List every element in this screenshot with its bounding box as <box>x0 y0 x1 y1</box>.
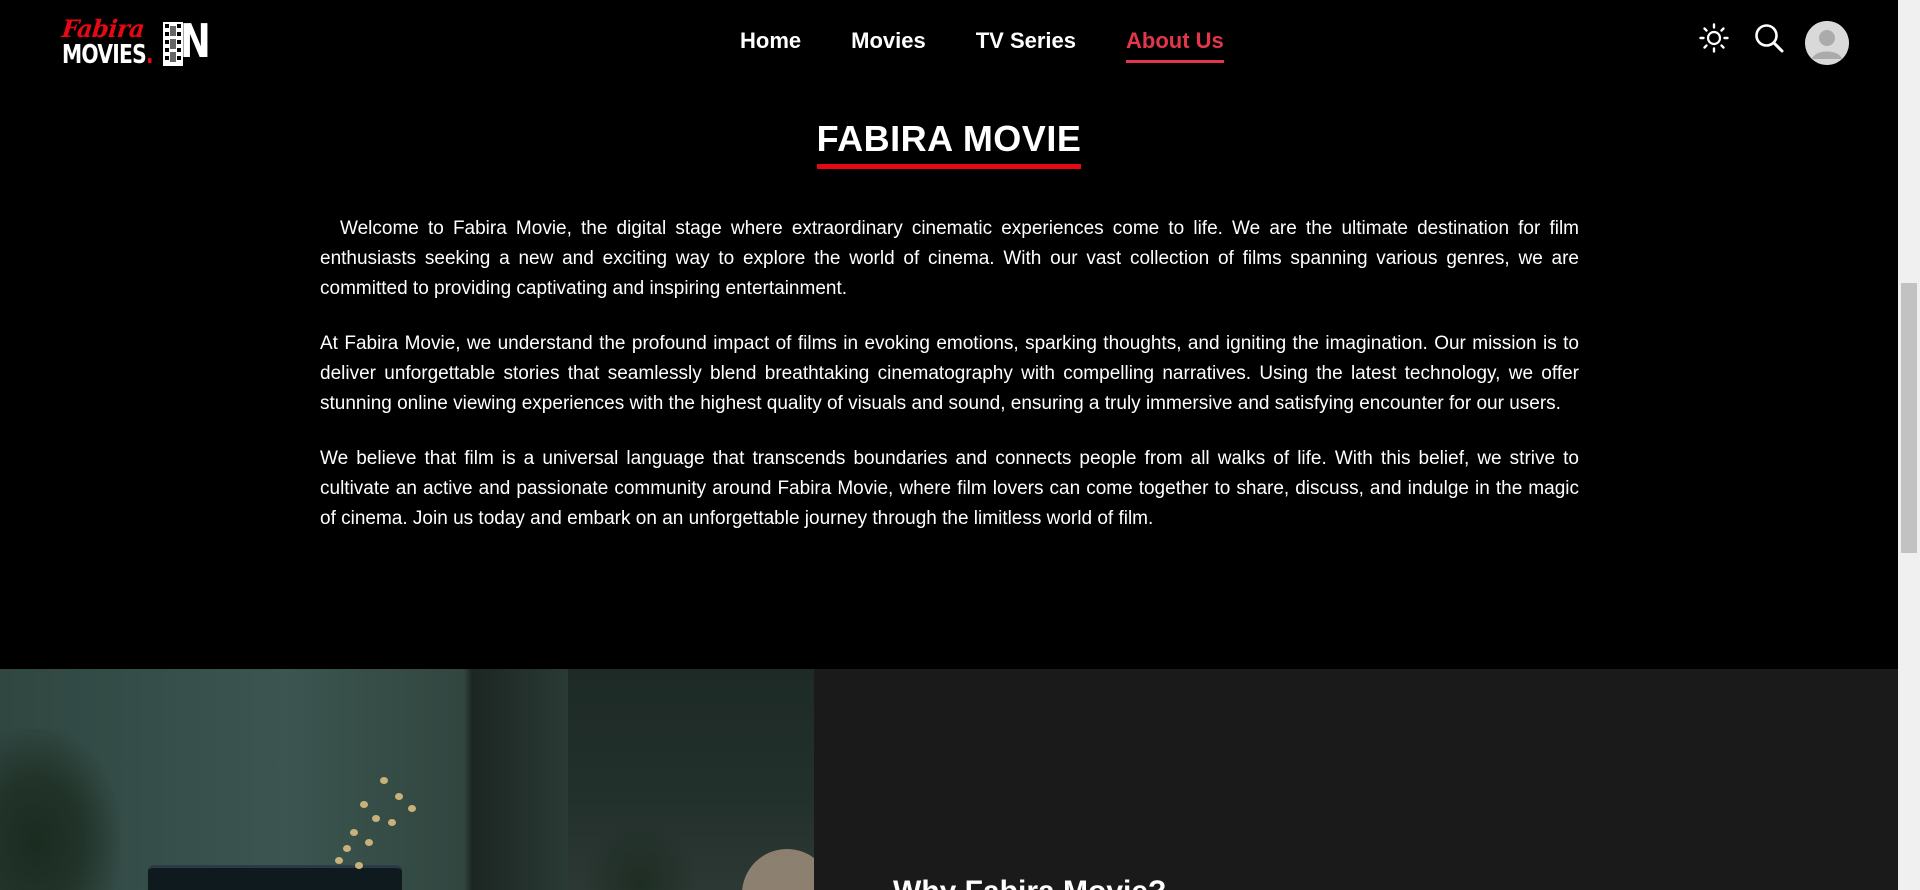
avatar[interactable] <box>1805 21 1849 65</box>
page-title: FABIRA MOVIE <box>816 118 1082 169</box>
page: Fabira MOVIES. N Home Movies TV Series A… <box>0 0 1920 890</box>
about-paragraph-3: We believe that film is a universal lang… <box>320 448 1579 529</box>
why-title: Why Fabira Movie? <box>893 875 1166 890</box>
about-title-wrap: FABIRA MOVIE <box>0 118 1898 169</box>
nav-home[interactable]: Home <box>740 28 801 63</box>
site-logo[interactable]: Fabira MOVIES. N <box>60 14 210 72</box>
nav-about-us[interactable]: About Us <box>1126 28 1224 63</box>
nav-movies[interactable]: Movies <box>851 28 926 63</box>
search-icon[interactable] <box>1753 22 1785 54</box>
laptop-screen <box>148 865 402 890</box>
logo-dot: . <box>145 40 154 70</box>
logo-suffix-text: N <box>180 14 211 68</box>
about-paragraph-1: Welcome to Fabira Movie, the digital sta… <box>320 218 1579 299</box>
about-text: Welcome to Fabira Movie, the digital sta… <box>320 214 1579 559</box>
cinema-photo <box>0 669 814 890</box>
nav-tv-series[interactable]: TV Series <box>976 28 1076 63</box>
about-paragraph-2: At Fabira Movie, we understand the profo… <box>320 333 1579 414</box>
logo-movies-text: MOVIES <box>62 40 147 70</box>
sun-icon[interactable] <box>1698 22 1730 54</box>
logo-main-text: MOVIES. <box>62 40 154 70</box>
why-section: Why Fabira Movie? <box>0 669 1898 890</box>
scrollbar-thumb[interactable] <box>1901 283 1917 553</box>
logo-script-text: Fabira <box>60 14 146 43</box>
scrollbar[interactable] <box>1898 0 1920 890</box>
main-nav: Home Movies TV Series About Us <box>740 28 1274 63</box>
site-header: Fabira MOVIES. N Home Movies TV Series A… <box>0 0 1898 86</box>
